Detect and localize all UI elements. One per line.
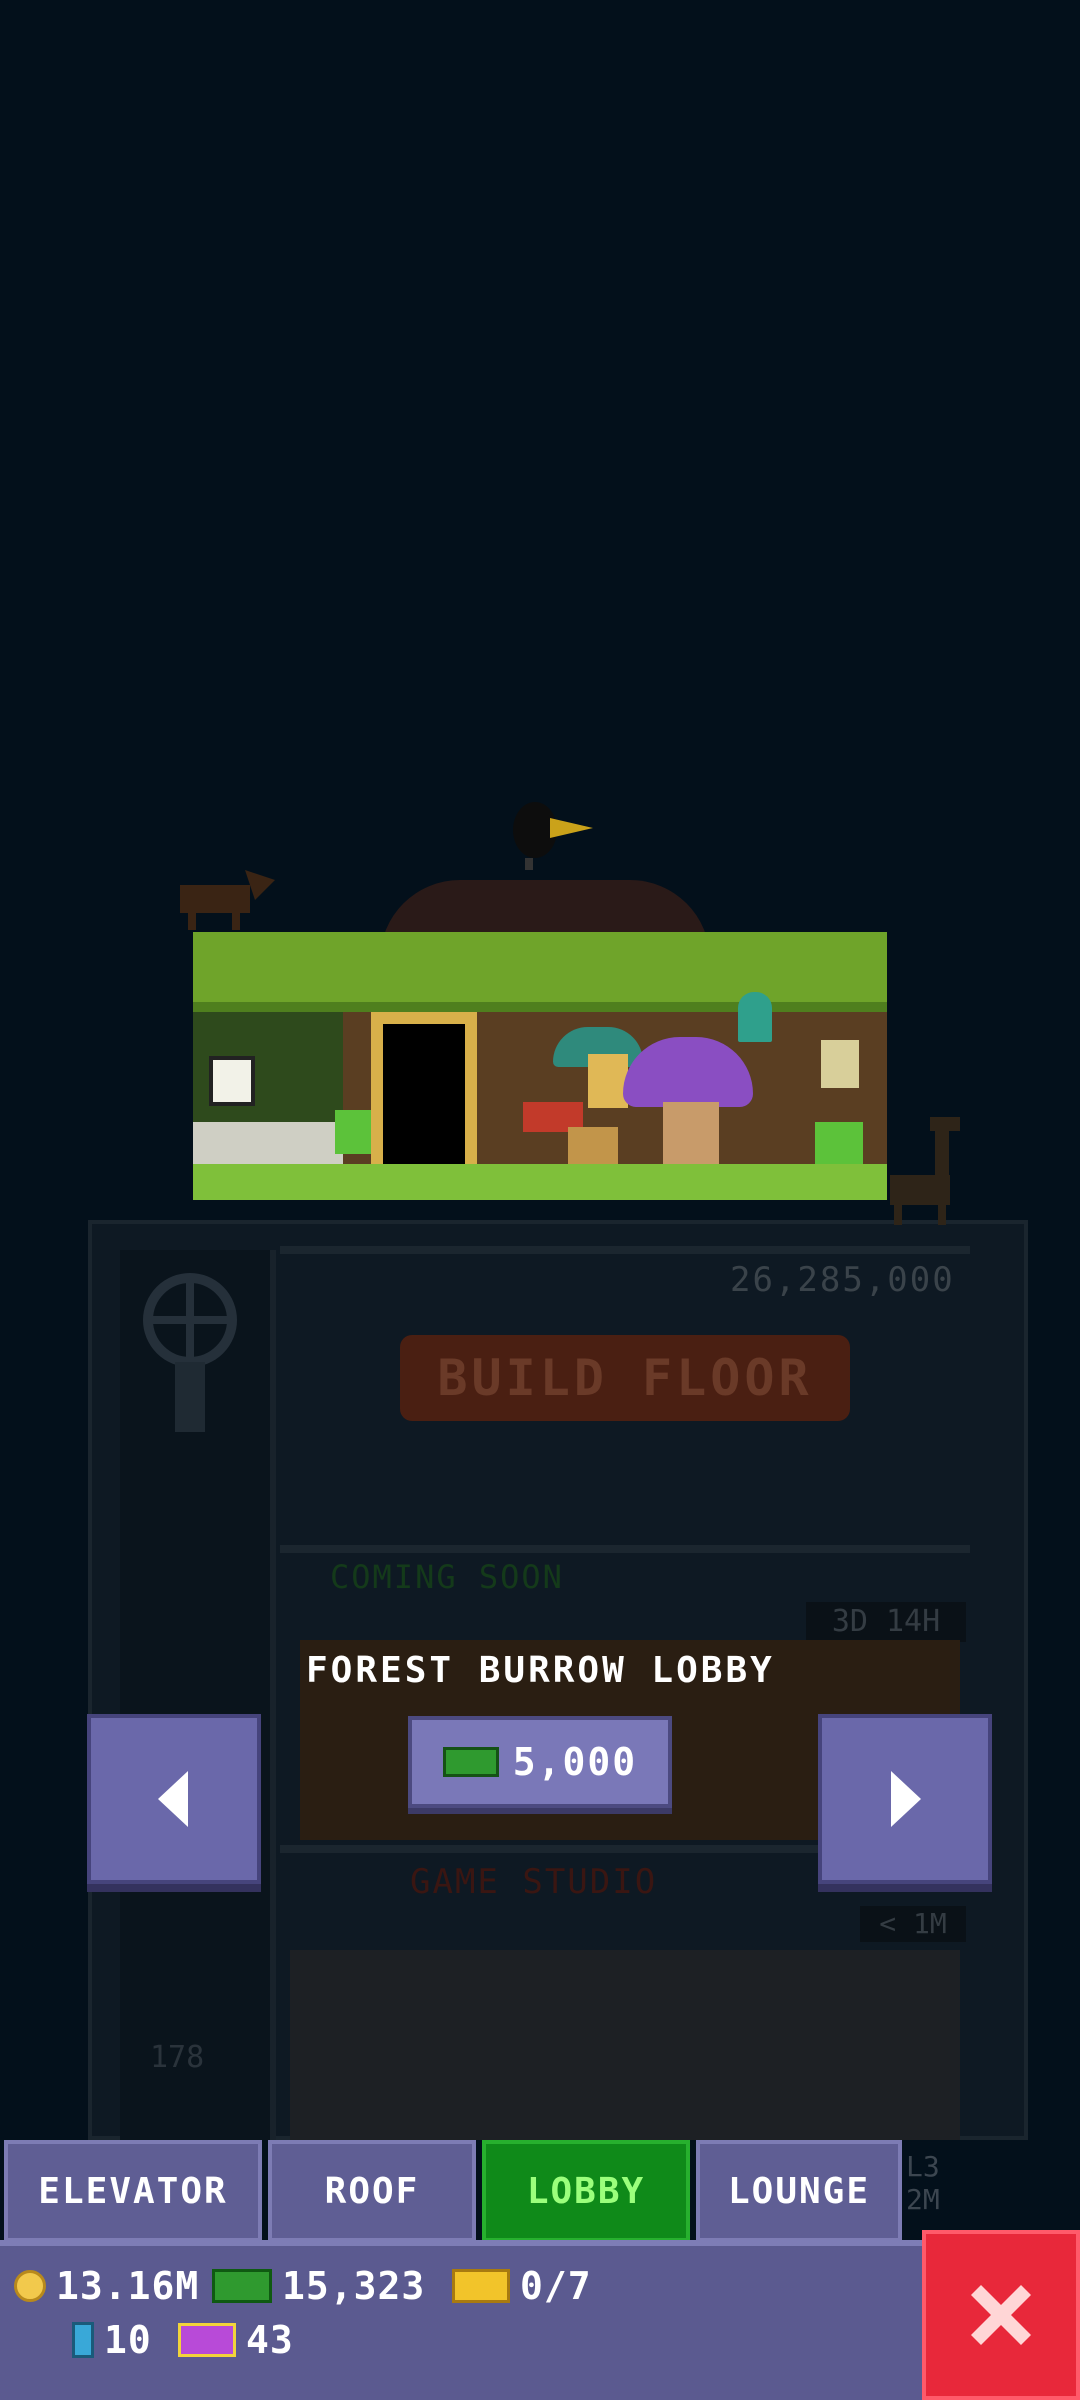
tab-roof[interactable]: ROOF xyxy=(268,2140,476,2242)
buy-lobby-button[interactable]: 5,000 xyxy=(408,1716,672,1808)
arrow-left-icon xyxy=(158,1771,188,1827)
lobby-title: FOREST BURROW LOBBY xyxy=(306,1650,775,1691)
tower-side-fragment: L3 2M xyxy=(906,2150,966,2240)
mushroom-stem xyxy=(663,1102,719,1164)
bux-icon xyxy=(212,2269,272,2303)
grass xyxy=(193,1164,887,1200)
floor-divider xyxy=(280,1246,970,1254)
coins-stat: 13.16M xyxy=(14,2264,199,2308)
floor-number: 178 xyxy=(150,2040,205,2075)
floor-divider xyxy=(280,1545,970,1553)
lobby-door xyxy=(383,1024,465,1170)
bitbook-icon xyxy=(72,2322,94,2358)
bitbooks-value: 10 xyxy=(104,2318,152,2362)
clover-icon xyxy=(815,1122,863,1170)
elevator-shaft xyxy=(120,1250,276,2140)
vip-value: 43 xyxy=(246,2318,294,2362)
build-floor-price: 26,285,000 xyxy=(730,1260,955,1300)
tickets-value: 0/7 xyxy=(520,2264,592,2308)
vip-icon xyxy=(178,2323,236,2357)
window-icon xyxy=(738,992,772,1042)
lobby-preview-image xyxy=(193,932,887,1200)
bux-icon xyxy=(442,1747,499,1777)
tickets-stat: 0/7 xyxy=(452,2264,592,2308)
close-icon xyxy=(971,2285,1031,2345)
giraffe-icon xyxy=(890,1117,960,1225)
fragment-label: L3 xyxy=(906,2150,940,2183)
build-floor-label: BUILD FLOOR xyxy=(437,1349,813,1407)
bux-value: 15,323 xyxy=(282,2264,426,2308)
vip-stat: 43 xyxy=(178,2318,294,2362)
tab-lounge[interactable]: LOUNGE xyxy=(696,2140,902,2242)
foliage xyxy=(193,932,887,1002)
bitbooks-stat: 10 xyxy=(72,2318,152,2362)
window-icon xyxy=(588,1054,628,1108)
window-icon xyxy=(821,1040,859,1088)
toucan-icon xyxy=(513,802,593,870)
buy-price-label: 5,000 xyxy=(512,1740,638,1784)
arrow-right-icon xyxy=(891,1771,921,1827)
previous-lobby-button[interactable] xyxy=(87,1714,261,1884)
game-studio-room xyxy=(290,1950,960,2140)
build-floor-sign: BUILD FLOOR xyxy=(400,1335,850,1421)
close-button[interactable] xyxy=(922,2230,1080,2400)
fox-icon xyxy=(180,870,275,930)
fragment-label: 2M xyxy=(906,2183,940,2216)
status-bar: 13.16M 15,323 0/7 10 43 xyxy=(0,2240,930,2400)
coins-value: 13.16M xyxy=(56,2264,200,2308)
floor-timer: < 1M xyxy=(860,1906,966,1942)
coin-icon xyxy=(14,2270,46,2302)
coming-soon-label: COMING SOON xyxy=(330,1558,564,1596)
bux-stat: 15,323 xyxy=(212,2264,425,2308)
tab-lobby[interactable]: LOBBY xyxy=(482,2140,690,2242)
next-lobby-button[interactable] xyxy=(818,1714,992,1884)
game-studio-label: GAME STUDIO xyxy=(410,1862,658,1902)
computer-icon xyxy=(209,1056,255,1106)
floor-timer: 3D 14H xyxy=(806,1602,966,1642)
stone-counter xyxy=(193,1122,343,1164)
tab-elevator[interactable]: ELEVATOR xyxy=(4,2140,262,2242)
golden-ticket-icon xyxy=(452,2269,510,2303)
